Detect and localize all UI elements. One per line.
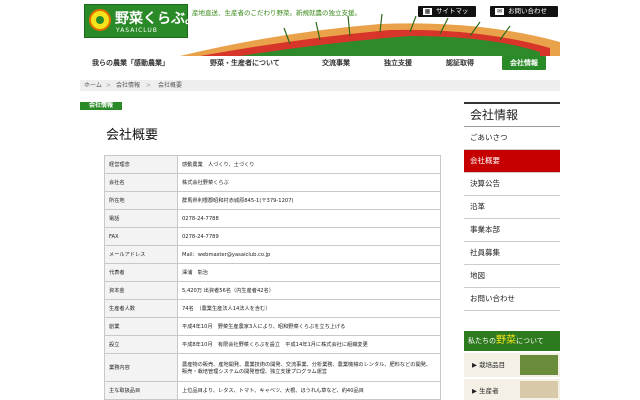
row-key: 設立: [104, 335, 178, 354]
producer-image: [520, 381, 558, 398]
nav-item-certification[interactable]: 認証取得: [446, 56, 474, 70]
row-value: 74名 （農業生産法人14法人を含む）: [177, 299, 441, 318]
table-row: 業務内容 農産物の販売、産地開発、農業技術の開発、交流事業、分析業務、農業機械のレ…: [104, 353, 441, 382]
row-value: 群馬県利根郡昭和村赤城原845-1(〒379-1207): [177, 191, 441, 210]
sun-logo-icon: [89, 9, 111, 31]
table-row: 所在地 群馬県利根郡昭和村赤城原845-1(〒379-1207): [104, 191, 441, 210]
email-link[interactable]: Mail：webmaster@yasaiclub.co.jp: [177, 245, 441, 264]
row-key: FAX: [104, 227, 178, 246]
company-info-table: 経営理念 感動農業 人づくり、土づくり 会社名 株式会社野菜くらぶ 所在地 群馬県利根…: [104, 155, 441, 400]
sidebar-item-recruit[interactable]: 社員募集: [464, 242, 560, 265]
farm-field-illustration: [180, 13, 560, 56]
promo-title-c: について: [516, 337, 544, 345]
nav-item-kando-nogyo[interactable]: 我らの農業「感動農業」: [92, 56, 169, 70]
sidebar-heading: 会社情報: [464, 102, 560, 127]
row-key: 創業: [104, 317, 178, 336]
main-nav: 我らの農業「感動農業」 野菜・生産者について 交流事業 独立支援 認証取得 会社…: [84, 56, 558, 70]
row-value: 平成8年10月 有限会社野菜くらぶを設立 平成14年1月に株式会社に組織変更: [177, 335, 441, 354]
row-value: 感動農業 人づくり、土づくり: [177, 155, 441, 174]
sidebar-item-greeting[interactable]: ごあいさつ: [464, 127, 560, 150]
sidebar-item-headquarters[interactable]: 事業本部: [464, 219, 560, 242]
row-value: 上位品目より、レタス、トマト、キャベツ、大根、ほうれん草など、約40品目: [177, 381, 441, 400]
row-key: メールアドレス: [104, 245, 178, 264]
section-label: 会社情報: [80, 102, 122, 110]
row-key: 代表者: [104, 263, 178, 282]
table-row: 生産者人数 74名 （農業生産法人14法人を含む）: [104, 299, 441, 318]
row-key: 主な取扱品目: [104, 381, 178, 400]
vegetable-image: [520, 355, 558, 375]
nav-item-vegetables-producers[interactable]: 野菜・生産者について: [210, 56, 280, 70]
promo-link-producers[interactable]: ▶ 生産者: [464, 379, 560, 400]
table-row: メールアドレス Mail：webmaster@yasaiclub.co.jp: [104, 245, 441, 264]
breadcrumb-company[interactable]: 会社情報: [116, 80, 140, 91]
table-row: 創業 平成4年10月 野菜生産農家3人により、昭和野菜くらぶを立ち上げる: [104, 317, 441, 336]
promo-link-crops[interactable]: ▶ 栽培品目: [464, 353, 560, 377]
table-row: 会社名 株式会社野菜くらぶ: [104, 173, 441, 192]
row-value: 農産物の販売、産地開発、農業技術の開発、交流事業、分析業務、農業機械のレンタル、…: [177, 353, 441, 382]
breadcrumb-current: 会社概要: [158, 82, 183, 89]
table-row: 経営理念 感動農業 人づくり、土づくり: [104, 155, 441, 174]
row-key: 業務内容: [104, 353, 178, 382]
sidebar-item-overview[interactable]: 会社概要: [464, 150, 560, 173]
sidebar-item-financial[interactable]: 決算公告: [464, 173, 560, 196]
row-key: 電話: [104, 209, 178, 228]
promo-producers-label: ▶ 生産者: [472, 387, 499, 395]
nav-item-exchange[interactable]: 交流事業: [322, 56, 350, 70]
row-value: 0278-24-7788: [177, 209, 441, 228]
nav-item-company[interactable]: 会社情報: [502, 56, 546, 70]
row-key: 資本金: [104, 281, 178, 300]
breadcrumb-home[interactable]: ホーム: [84, 80, 102, 91]
table-row: 電話 0278-24-7788: [104, 209, 441, 228]
row-value: 澤浦 彰治: [177, 263, 441, 282]
row-key: 生産者人数: [104, 299, 178, 318]
site-header: 野菜くらぶ。 YASAICLUB 産地直送、生産者のこだわり野菜。新規就農の独立…: [0, 0, 640, 56]
logo-sub: YASAICLUB: [116, 27, 158, 34]
table-row: FAX 0278-24-7789: [104, 227, 441, 246]
table-row: 主な取扱品目 上位品目より、レタス、トマト、キャベツ、大根、ほうれん草など、約40…: [104, 381, 441, 400]
vegetables-promo-banner[interactable]: 私たちの野菜について ▶ 栽培品目 ▶ 生産者: [464, 331, 560, 400]
breadcrumb-separator: >: [106, 82, 112, 89]
sidebar-item-history[interactable]: 沿革: [464, 196, 560, 219]
promo-title-a: 私たちの: [468, 337, 496, 345]
row-key: 会社名: [104, 173, 178, 192]
row-value: 5,420万 出資者56名（内生産者42名）: [177, 281, 441, 300]
page-title: 会社概要: [106, 128, 159, 143]
row-value: 平成4年10月 野菜生産農家3人により、昭和野菜くらぶを立ち上げる: [177, 317, 441, 336]
sidebar-item-map[interactable]: 地図: [464, 265, 560, 288]
row-key: 経営理念: [104, 155, 178, 174]
table-row: 設立 平成8年10月 有限会社野菜くらぶを設立 平成14年1月に株式会社に組織変更: [104, 335, 441, 354]
sidebar-nav: 会社情報 ごあいさつ 会社概要 決算公告 沿革 事業本部 社員募集 地図 お問い…: [464, 102, 560, 311]
table-row: 資本金 5,420万 出資者56名（内生産者42名）: [104, 281, 441, 300]
nav-item-independence[interactable]: 独立支援: [384, 56, 412, 70]
site-logo[interactable]: 野菜くらぶ。 YASAICLUB: [84, 4, 199, 38]
promo-title: 私たちの野菜について: [464, 331, 560, 351]
promo-title-b: 野菜: [496, 335, 516, 346]
row-value: 0278-24-7789: [177, 227, 441, 246]
table-row: 代表者 澤浦 彰治: [104, 263, 441, 282]
breadcrumb-separator: >: [146, 82, 152, 89]
promo-crops-label: ▶ 栽培品目: [472, 361, 506, 369]
row-key: 所在地: [104, 191, 178, 210]
row-value: 株式会社野菜くらぶ: [177, 173, 441, 192]
sidebar-item-contact[interactable]: お問い合わせ: [464, 288, 560, 311]
breadcrumb: ホーム > 会社情報 > 会社概要: [80, 80, 560, 91]
